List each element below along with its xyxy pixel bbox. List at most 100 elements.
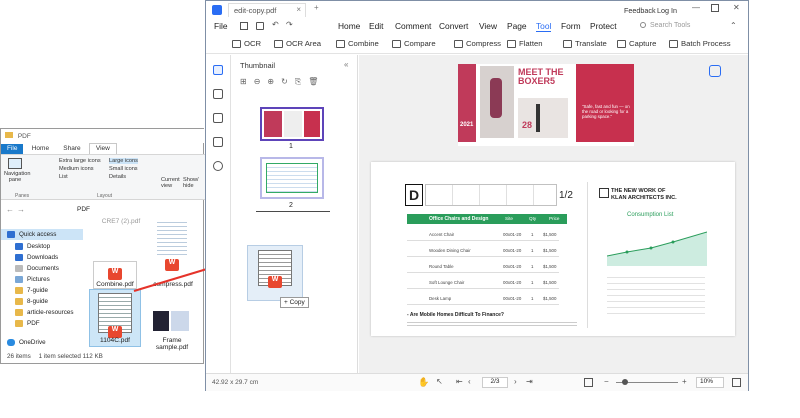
address-bar[interactable]: ← → PDF	[1, 203, 205, 215]
print-icon[interactable]	[256, 22, 264, 30]
app-logo-icon	[212, 5, 222, 15]
explorer-statusbar: 26 items 1 item selected 112 KB	[1, 351, 205, 364]
insert-page-icon[interactable]: ⊞	[240, 77, 254, 86]
thumbnail-page-1[interactable]	[260, 107, 324, 141]
zoom-slider[interactable]	[616, 379, 678, 385]
select-tool-icon[interactable]: ↖	[436, 377, 443, 386]
ocr-area-button[interactable]: OCR Area	[274, 39, 321, 48]
hand-tool-icon[interactable]: ✋	[418, 377, 429, 388]
page-number-input[interactable]: 2/3	[482, 377, 508, 388]
layout-extra-large[interactable]: Extra large icons	[59, 158, 101, 164]
nav-onedrive[interactable]: OneDrive	[7, 337, 83, 348]
close-window-icon[interactable]: ✕	[733, 3, 740, 12]
zoom-out-icon[interactable]: −	[604, 377, 609, 386]
save-icon[interactable]	[240, 22, 248, 30]
tab-view[interactable]: View	[88, 143, 117, 154]
explorer-ribbon: Navigation pane Panes Extra large icons …	[1, 154, 205, 200]
ocr-button[interactable]: OCR	[232, 39, 261, 48]
zoom-slider-handle[interactable]	[622, 379, 628, 385]
search-tools-input[interactable]: Search Tools	[650, 22, 690, 29]
extract-icon[interactable]: ⎘	[295, 77, 308, 86]
menu-protect[interactable]: Protect	[590, 21, 617, 31]
navigation-pane-button[interactable]: Navigation pane	[4, 158, 30, 188]
layout-details[interactable]: Details	[109, 174, 126, 180]
feedback-link[interactable]: Feedback	[624, 6, 656, 15]
menu-edit[interactable]: Edit	[369, 21, 383, 31]
flatten-button[interactable]: Flatten	[507, 39, 543, 48]
flatten-icon	[507, 39, 516, 48]
thumbnail-panel: Thumbnail « ⊞⊖⊕↻⎘🗑 1 2 W + Copy	[232, 55, 358, 373]
delete-icon[interactable]: 🗑	[308, 77, 325, 86]
next-page-icon[interactable]: ›	[514, 377, 517, 386]
current-view-button[interactable]: Current view	[161, 177, 180, 189]
scooter-shape	[536, 104, 540, 132]
last-page-icon[interactable]: ⇥	[526, 377, 533, 386]
redo-icon[interactable]: ↷	[286, 20, 293, 29]
undo-icon[interactable]: ↶	[272, 20, 279, 29]
photo-figure	[490, 78, 502, 118]
batch-process-button[interactable]: Batch Process	[669, 39, 731, 48]
layout-list[interactable]: List	[59, 174, 68, 180]
navigation-tree: Quick access Desktop Downloads Documents…	[1, 225, 85, 353]
panel-collapse-icon[interactable]: «	[344, 60, 348, 69]
search-icon[interactable]	[640, 22, 646, 28]
zoom-select[interactable]: 10%	[696, 377, 724, 388]
rotate-icon[interactable]: ↻	[281, 77, 295, 86]
compare-button[interactable]: Compare	[392, 39, 436, 48]
capture-button[interactable]: Capture	[617, 39, 656, 48]
prev-page-icon[interactable]: ‹	[468, 377, 471, 386]
minimize-icon[interactable]: —	[692, 3, 700, 12]
nav-documents[interactable]: Documents	[15, 263, 91, 274]
menu-convert[interactable]: Convert	[439, 21, 468, 31]
bookmark-icon[interactable]	[213, 89, 223, 99]
fit-page-icon[interactable]	[584, 378, 593, 387]
menu-tool[interactable]: Tool	[536, 21, 552, 32]
back-arrow-icon[interactable]: ←	[6, 205, 14, 214]
new-tab-icon[interactable]: +	[314, 3, 319, 12]
search-icon[interactable]	[213, 161, 223, 171]
page-preview	[171, 311, 189, 331]
layout-large[interactable]: Large icons	[109, 158, 138, 164]
menu-comment[interactable]: Comment	[395, 21, 431, 31]
nav-desktop[interactable]: Desktop	[15, 241, 91, 252]
login-link[interactable]: Log In	[657, 6, 677, 15]
menu-form[interactable]: Form	[561, 21, 581, 31]
combine-icon	[336, 39, 345, 48]
thumbnail-panel-icon[interactable]	[213, 65, 223, 75]
forward-arrow-icon[interactable]: →	[17, 205, 25, 214]
thumbnail-page-2[interactable]	[260, 157, 324, 199]
nav-article-resources[interactable]: article-resources	[15, 307, 85, 318]
first-page-icon[interactable]: ⇤	[456, 377, 463, 386]
nav-pictures[interactable]: Pictures	[15, 274, 91, 285]
zoom-in-icon[interactable]: ⊕	[267, 77, 281, 86]
nav-quick-access[interactable]: Quick access	[1, 229, 83, 240]
nav-8-guide[interactable]: 8-guide	[15, 296, 91, 307]
translate-button[interactable]: Translate	[563, 39, 607, 48]
menu-bar: File ↶ ↷ Home Edit Comment Convert View …	[206, 18, 748, 35]
menu-home[interactable]: Home	[338, 21, 360, 31]
ocr-icon	[232, 39, 241, 48]
document-tab[interactable]: edit-copy.pdf ×	[228, 3, 306, 17]
compress-button[interactable]: Compress	[454, 39, 501, 48]
collapse-icon[interactable]: ⌃	[730, 21, 737, 30]
layout-small[interactable]: Small icons	[109, 166, 138, 172]
zoom-in-icon[interactable]: +	[682, 377, 687, 386]
nav-pdf[interactable]: PDF	[15, 318, 91, 329]
file-thumbnail-frame[interactable]	[151, 309, 193, 335]
copy-tooltip: + Copy	[280, 297, 309, 308]
layout-medium[interactable]: Medium icons	[59, 166, 94, 172]
attachment-icon[interactable]	[213, 137, 223, 147]
show-hide-button[interactable]: Show/ hide	[183, 177, 203, 189]
comment-icon[interactable]	[213, 113, 223, 123]
menu-page[interactable]: Page	[507, 21, 527, 31]
nav-downloads[interactable]: Downloads	[15, 252, 91, 263]
menu-view[interactable]: View	[479, 21, 497, 31]
nav-7-guide[interactable]: 7-guide	[15, 285, 91, 296]
zoom-out-icon[interactable]: ⊖	[254, 77, 268, 86]
fullscreen-icon[interactable]	[732, 378, 741, 387]
maximize-icon[interactable]	[711, 4, 719, 12]
combine-button[interactable]: Combine	[336, 39, 379, 48]
close-icon[interactable]: ×	[296, 5, 301, 14]
menu-file[interactable]: File	[214, 21, 228, 31]
ai-assistant-icon[interactable]	[709, 65, 721, 77]
